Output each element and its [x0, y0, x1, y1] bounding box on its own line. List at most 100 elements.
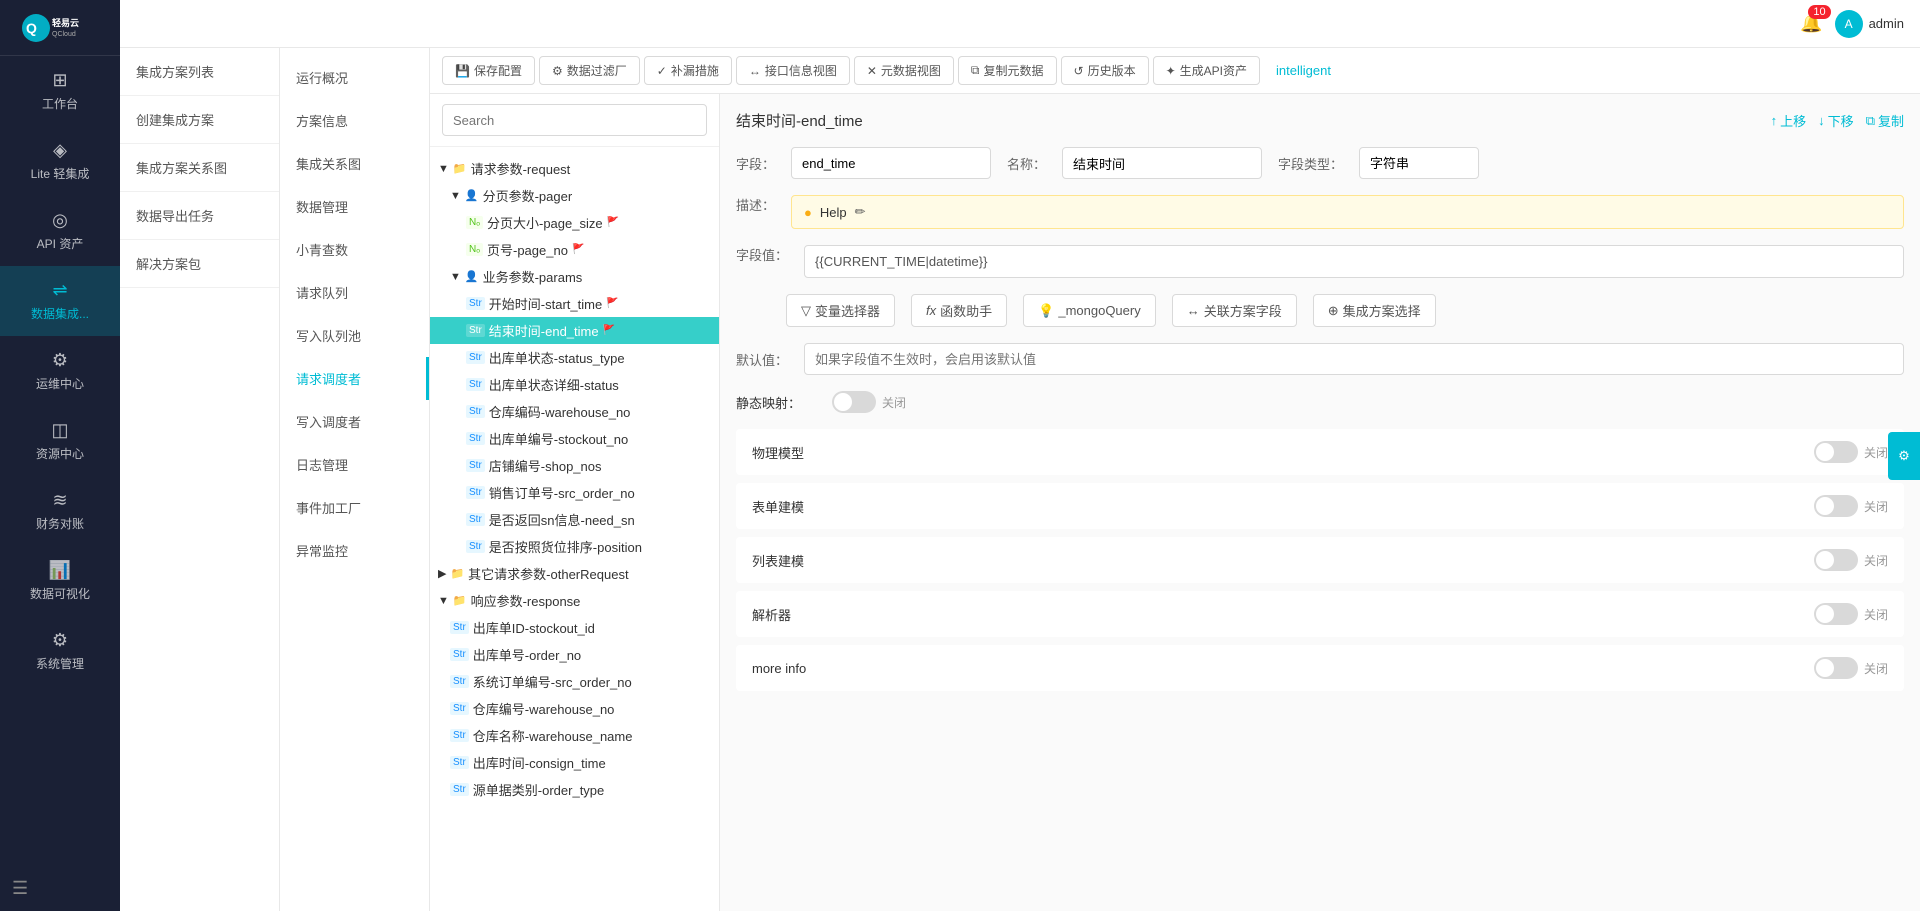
tree-node-response[interactable]: ▼ 📁 响应参数-response: [430, 587, 719, 614]
form-model-toggle[interactable]: 关闭: [1814, 495, 1888, 517]
secondary-item-pkg[interactable]: 解决方案包: [120, 240, 279, 288]
split-view: ▼ 📁 请求参数-request ▼ 👤 分页参数-pager: [430, 94, 1920, 911]
name-input[interactable]: [1062, 147, 1262, 179]
settings-side-button[interactable]: ⚙: [1888, 432, 1920, 480]
tree-node-start-time[interactable]: Str 开始时间-start_time 🚩: [430, 290, 719, 317]
secondary-item-create[interactable]: 创建集成方案: [120, 96, 279, 144]
tree-node-stockout-no[interactable]: Str 出库单编号-stockout_no: [430, 425, 719, 452]
secondary-item-solution-list[interactable]: 集成方案列表: [120, 48, 279, 96]
tree-node-need-sn[interactable]: Str 是否返回sn信息-need_sn: [430, 506, 719, 533]
tree-node-status[interactable]: Str 出库单状态详细-status: [430, 371, 719, 398]
field-value-input[interactable]: {{CURRENT_TIME|datetime}}: [804, 245, 1904, 278]
sidebar-item-lite[interactable]: ◈ Lite 轻集成: [0, 126, 120, 196]
tree-node-src-order-no2[interactable]: Str 系统订单编号-src_order_no: [430, 668, 719, 695]
menu-icon[interactable]: ☰: [12, 878, 28, 898]
op-item-write-queue[interactable]: 写入队列池: [280, 314, 429, 357]
tree-node-warehouse-no2[interactable]: Str 仓库编号-warehouse_no: [430, 695, 719, 722]
sidebar-item-resource[interactable]: ◫ 资源中心: [0, 406, 120, 476]
static-map-toggle[interactable]: 关闭: [832, 391, 906, 413]
op-item-event-factory[interactable]: 事件加工厂: [280, 486, 429, 529]
tree-node-consign-time[interactable]: Str 出库时间-consign_time: [430, 749, 719, 776]
toggle-switch[interactable]: [1814, 657, 1858, 679]
toggle-switch[interactable]: [1814, 603, 1858, 625]
op-item-anomaly-monitor[interactable]: 异常监控: [280, 529, 429, 572]
parser-toggle[interactable]: 关闭: [1814, 603, 1888, 625]
tree-node-end-time[interactable]: Str 结束时间-end_time 🚩: [430, 317, 719, 344]
tree-node-page-no[interactable]: Nₒ 页号-page_no 🚩: [430, 236, 719, 263]
user-icon: 👤: [465, 270, 479, 283]
op-item-query-count[interactable]: 小青查数: [280, 228, 429, 271]
tree-node-params[interactable]: ▼ 👤 业务参数-params: [430, 263, 719, 290]
toggle-switch[interactable]: [1814, 441, 1858, 463]
op-item-integration-map[interactable]: 集成关系图: [280, 142, 429, 185]
sidebar-item-finance[interactable]: ≋ 财务对账: [0, 476, 120, 546]
tree-node-shop-nos[interactable]: Str 店铺编号-shop_nos: [430, 452, 719, 479]
related-field-button[interactable]: ↔ 关联方案字段: [1172, 294, 1297, 327]
tree-node-order-no[interactable]: Str 出库单号-order_no: [430, 641, 719, 668]
sidebar-item-api[interactable]: ◎ API 资产: [0, 196, 120, 266]
tree-node-warehouse-no[interactable]: Str 仓库编码-warehouse_no: [430, 398, 719, 425]
interface-view-button[interactable]: ↔ 接口信息视图: [736, 56, 850, 85]
app-logo[interactable]: Q 轻易云 QCloud: [0, 0, 120, 56]
down-action[interactable]: ↓ 下移: [1818, 111, 1854, 130]
search-input[interactable]: [442, 104, 707, 136]
op-item-data-mgmt[interactable]: 数据管理: [280, 185, 429, 228]
gen-api-button[interactable]: ✦ 生成API资产: [1153, 56, 1260, 85]
tree-node-position[interactable]: Str 是否按照货位排序-position: [430, 533, 719, 560]
supplement-button[interactable]: ✓ 补漏措施: [644, 56, 732, 85]
tree-node-src-order-no[interactable]: Str 销售订单号-src_order_no: [430, 479, 719, 506]
data-filter-button[interactable]: ⚙ 数据过滤厂: [539, 56, 640, 85]
tree-node-stockout-id[interactable]: Str 出库单ID-stockout_id: [430, 614, 719, 641]
tree-node-warehouse-name[interactable]: Str 仓库名称-warehouse_name: [430, 722, 719, 749]
sidebar-item-system[interactable]: ⚙ 系统管理: [0, 616, 120, 686]
physical-model-toggle[interactable]: 关闭: [1814, 441, 1888, 463]
type-badge: Str: [466, 459, 485, 472]
sidebar-item-label: 资源中心: [36, 445, 84, 462]
op-item-request-debugger[interactable]: 请求调度者: [280, 357, 429, 400]
func-helper-button[interactable]: fx 函数助手: [911, 294, 1007, 327]
list-model-toggle[interactable]: 关闭: [1814, 549, 1888, 571]
copy-action[interactable]: ⧉ 复制: [1866, 111, 1904, 130]
tree-node-other-request[interactable]: ▶ 📁 其它请求参数-otherRequest: [430, 560, 719, 587]
user-avatar[interactable]: A admin: [1835, 10, 1904, 38]
type-badge: Str: [466, 486, 485, 499]
op-item-solution-info[interactable]: 方案信息: [280, 99, 429, 142]
node-label: 分页参数-pager: [483, 186, 573, 205]
copy-meta-button[interactable]: ⧉ 复制元数据: [958, 56, 1057, 85]
field-input[interactable]: [791, 147, 991, 179]
more-info-toggle[interactable]: 关闭: [1814, 657, 1888, 679]
save-config-button[interactable]: 💾 保存配置: [442, 56, 535, 85]
up-action[interactable]: ↑ 上移: [1771, 111, 1807, 130]
secondary-item-export[interactable]: 数据导出任务: [120, 192, 279, 240]
toggle-switch[interactable]: [832, 391, 876, 413]
node-label: 出库单状态详细-status: [489, 375, 619, 394]
tree-node-page-size[interactable]: Nₒ 分页大小-page_size 🚩: [430, 209, 719, 236]
edit-icon[interactable]: ✏: [855, 204, 866, 220]
sidebar-item-ops[interactable]: ⚙ 运维中心: [0, 336, 120, 406]
secondary-item-map[interactable]: 集成方案关系图: [120, 144, 279, 192]
tree-node-order-type[interactable]: Str 源单据类别-order_type: [430, 776, 719, 803]
meta-view-button[interactable]: ✕ 元数据视图: [854, 56, 954, 85]
sidebar-item-visual[interactable]: 📊 数据可视化: [0, 546, 120, 616]
toggle-switch[interactable]: [1814, 495, 1858, 517]
tree-node-status-type[interactable]: Str 出库单状态-status_type: [430, 344, 719, 371]
type-select[interactable]: 字符串 整数 日期: [1359, 147, 1479, 179]
notification-badge[interactable]: 🔔 10: [1800, 13, 1822, 34]
default-input[interactable]: [804, 343, 1904, 375]
history-button[interactable]: ↺ 历史版本: [1061, 56, 1149, 85]
sidebar-item-workbench[interactable]: ⊞ 工作台: [0, 56, 120, 126]
node-label: 开始时间-start_time: [489, 294, 602, 313]
op-item-request-queue[interactable]: 请求队列: [280, 271, 429, 314]
tree-node-request[interactable]: ▼ 📁 请求参数-request: [430, 155, 719, 182]
op-item-log-mgmt[interactable]: 日志管理: [280, 443, 429, 486]
op-item-overview[interactable]: 运行概况: [280, 56, 429, 99]
toggle-switch[interactable]: [1814, 549, 1858, 571]
tree-node-pager[interactable]: ▼ 👤 分页参数-pager: [430, 182, 719, 209]
sidebar-item-data[interactable]: ⇌ 数据集成...: [0, 266, 120, 336]
op-item-write-debugger[interactable]: 写入调度者: [280, 400, 429, 443]
mongo-query-button[interactable]: 💡 _mongoQuery: [1023, 294, 1156, 327]
var-selector-button[interactable]: ▽ 变量选择器: [786, 294, 895, 327]
expand-icon: ▼: [450, 190, 461, 202]
integration-select-button[interactable]: ⊕ 集成方案选择: [1313, 294, 1436, 327]
intelligent-tab[interactable]: intelligent: [1264, 58, 1343, 83]
